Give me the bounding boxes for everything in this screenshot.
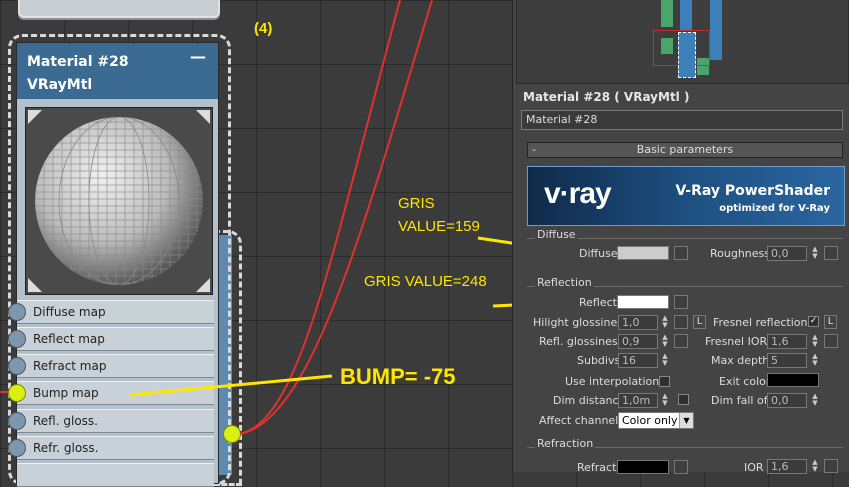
vray-logo: v·ray (544, 177, 612, 210)
use-interpolation-checkbox[interactable] (659, 376, 670, 387)
bump-annotation: BUMP= -75 (340, 364, 456, 389)
refl-glossiness-arrows-icon[interactable]: ▲ ▼ (659, 334, 671, 349)
dim-falloff-spinner[interactable]: 0,0 (767, 393, 807, 408)
chevron-down-icon[interactable]: ▼ (679, 413, 693, 428)
subdivs-label: Subdivs (577, 354, 621, 367)
refl-glossiness-spinner[interactable]: 0,9 (618, 334, 658, 349)
sphere-preview-icon (28, 110, 210, 292)
ior-map-button[interactable] (824, 459, 838, 473)
reflection-group-label: Reflection (535, 276, 594, 289)
max-depth-arrows-icon[interactable]: ▲ ▼ (809, 353, 821, 368)
node-minimize-button[interactable]: — (190, 45, 206, 68)
diffuse-group-label: Diffuse (535, 228, 578, 241)
slot-diffuse-map[interactable]: Diffuse map (17, 300, 214, 324)
material-editor-title: Material #28 ( VRayMtl ) (523, 90, 690, 104)
hilight-glossiness-spinner[interactable]: 1,0 (618, 315, 658, 330)
affect-channels-value: Color only (622, 414, 678, 427)
roughness-arrows-icon[interactable]: ▲ ▼ (809, 246, 821, 261)
reflect-label: Reflect (579, 296, 617, 309)
refl-glossiness-map-button[interactable] (674, 334, 688, 348)
hilight-glossiness-label: Hilight glossiness (533, 316, 629, 329)
socket-material-output[interactable] (223, 425, 241, 443)
fresnel-ior-spinner[interactable]: 1,6 (767, 334, 807, 349)
fresnel-reflections-label: Fresnel reflections (713, 316, 814, 329)
fresnel-ior-map-button[interactable] (824, 334, 838, 348)
material-node[interactable]: Material #28 VRayMtl — Diffuse map Refle… (16, 42, 219, 487)
slot-refract-map[interactable]: Refract map (17, 354, 214, 378)
vray-banner-subtitle: optimized for V-Ray (719, 203, 830, 214)
vray-banner-title: V-Ray PowerShader (675, 183, 830, 199)
socket-diffuse-map[interactable] (8, 303, 26, 321)
affect-channels-label: Affect channels (539, 414, 624, 427)
material-name-field[interactable]: Material #28 (521, 110, 843, 130)
max-depth-spinner[interactable]: 5 (767, 353, 807, 368)
reflect-pointer (492, 303, 512, 308)
socket-bump-map[interactable] (8, 384, 26, 402)
slot-refl-gloss[interactable]: Refl. gloss. (17, 409, 214, 433)
fresnel-ior-arrows-icon[interactable]: ▲ ▼ (809, 334, 821, 349)
vray-banner: v·ray V-Ray PowerShader optimized for V-… (527, 166, 845, 226)
refraction-group-label: Refraction (535, 437, 596, 450)
dim-distance-spinner[interactable]: 1,0m (618, 393, 658, 408)
roughness-label: Roughness (710, 247, 771, 260)
slot-bump-map[interactable]: Bump map (17, 381, 214, 405)
roughness-map-button[interactable] (824, 246, 838, 260)
hilight-lock-button[interactable]: L (693, 315, 706, 329)
material-parameter-panel: Material #28 ( VRayMtl ) Material #28 - … (512, 0, 849, 474)
diffuse-pointer (477, 236, 512, 245)
ior-label: IOR (744, 461, 764, 474)
exit-color-label: Exit color (719, 375, 771, 388)
node-graph-canvas[interactable]: (4) Material #28 VRayMtl — Diffuse map R… (0, 0, 512, 487)
socket-reflect-map[interactable] (8, 330, 26, 348)
fresnel-ior-label: Fresnel IOR (705, 335, 768, 348)
max-depth-label: Max depth (711, 354, 770, 367)
dim-distance-checkbox[interactable] (678, 394, 689, 405)
hilight-map-button[interactable] (674, 315, 688, 329)
navigator-view[interactable] (516, 0, 849, 84)
slot-reflect-map[interactable]: Reflect map (17, 327, 214, 351)
subdivs-arrows-icon[interactable]: ▲ ▼ (659, 353, 671, 368)
fresnel-reflections-checkbox[interactable]: ✓ (808, 316, 819, 327)
roughness-spinner[interactable]: 0,0 (767, 246, 807, 261)
exit-color-swatch[interactable] (767, 373, 819, 387)
slot-refr-gloss[interactable]: Refr. gloss. (17, 436, 214, 460)
diffuse-label: Diffuse (579, 247, 618, 260)
dim-falloff-arrows-icon[interactable]: ▲ ▼ (809, 393, 821, 408)
diffuse-color-swatch[interactable] (617, 246, 669, 260)
subdivs-spinner[interactable]: 16 (618, 353, 658, 368)
diffuse-map-button[interactable] (674, 246, 688, 260)
basic-parameters-rollout[interactable]: - Basic parameters (527, 142, 843, 158)
dim-distance-label: Dim distance (553, 394, 626, 407)
material-preview (25, 107, 213, 295)
rollout-collapse-icon[interactable]: - (532, 143, 536, 157)
socket-refr-gloss[interactable] (8, 439, 26, 457)
diffuse-annotation-line1: GRIS (398, 195, 435, 212)
use-interpolation-label: Use interpolation (565, 375, 660, 388)
node-type: VRayMtl (27, 77, 93, 93)
slot-more[interactable] (17, 463, 214, 487)
reflect-color-swatch[interactable] (617, 295, 669, 309)
refl-glossiness-label: Refl. glossiness (539, 335, 624, 348)
hilight-arrows-icon[interactable]: ▲ ▼ (659, 315, 671, 330)
diffuse-annotation-line2: VALUE=159 (398, 218, 480, 235)
upstream-node[interactable] (18, 0, 220, 18)
rollout-title: Basic parameters (636, 143, 734, 156)
fresnel-lock-button[interactable]: L (824, 315, 837, 329)
reflect-map-button[interactable] (674, 295, 688, 309)
refract-label: Refract (577, 461, 617, 474)
step-label: (4) (254, 20, 273, 37)
socket-refract-map[interactable] (8, 357, 26, 375)
dim-falloff-label: Dim fall off (711, 394, 772, 407)
reflect-annotation: GRIS VALUE=248 (364, 273, 487, 290)
socket-refl-gloss[interactable] (8, 412, 26, 430)
node-header[interactable]: Material #28 VRayMtl — (17, 43, 218, 99)
affect-channels-select[interactable]: Color only ▼ (618, 412, 694, 429)
dim-distance-arrows-icon[interactable]: ▲ ▼ (659, 393, 671, 408)
